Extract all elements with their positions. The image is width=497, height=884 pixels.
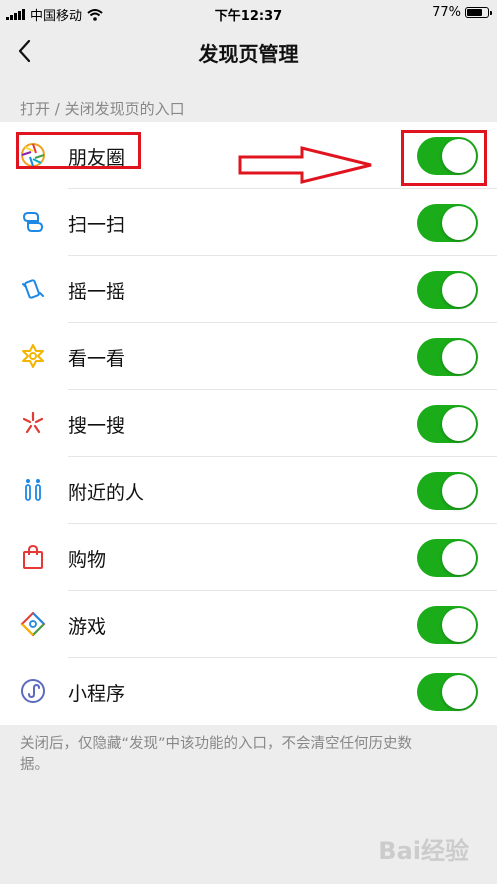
toggle-shopping[interactable] [417,539,478,577]
toggle-knob [442,675,476,709]
toggle-knob [442,474,476,508]
toggle-scan[interactable] [417,204,478,242]
item-label: 扫一扫 [68,214,126,236]
footer-note: 关闭后，仅隐藏“发现”中该功能的入口，不会清空任何历史数据。 [20,736,413,773]
toggle-knob [442,541,476,575]
toggle-mini-programs[interactable] [417,673,478,711]
toggle-search[interactable] [417,405,478,443]
item-label: 游戏 [68,616,107,638]
item-label: 附近的人 [68,482,145,504]
nav-bar: 发现页管理 [0,26,497,76]
list-item-games: 游戏 [0,591,497,658]
section-header: 打开 / 关闭发现页的入口 [20,100,185,118]
toggle-knob [442,206,476,240]
toggle-knob [442,608,476,642]
status-bar: 中国移动 下午12:37 77% [0,0,497,26]
item-label: 摇一摇 [68,281,126,303]
annotation-arrow-icon [238,146,372,184]
search-sparkle-icon [20,410,46,436]
battery-icon [465,7,492,18]
annotation-box-moments-toggle [401,130,487,186]
page-title: 发现页管理 [198,42,299,66]
shopping-bag-icon [20,544,46,570]
list-item-top-stories: 看一看 [0,323,497,390]
battery-percent: 77% [432,5,461,20]
toggle-shake[interactable] [417,271,478,309]
status-right: 77% [432,5,492,20]
games-icon [20,611,46,637]
shake-phone-icon [20,276,46,302]
item-label: 小程序 [68,683,126,705]
status-time: 下午12:37 [214,9,283,24]
list-item-people-nearby: 附近的人 [0,457,497,524]
list-item-shake: 摇一摇 [0,256,497,323]
toggle-people-nearby[interactable] [417,472,478,510]
baidu-watermark: Bai经验 [378,837,469,865]
item-label: 购物 [68,549,107,571]
list-item-shopping: 购物 [0,524,497,591]
toggle-knob [442,407,476,441]
top-stories-icon [20,343,46,369]
item-label: 看一看 [68,348,126,370]
item-label: 搜一搜 [68,415,126,437]
toggle-top-stories[interactable] [417,338,478,376]
people-nearby-icon [20,477,46,503]
toggle-games[interactable] [417,606,478,644]
list-item-search: 搜一搜 [0,390,497,457]
toggle-knob [442,273,476,307]
mini-programs-icon [20,678,46,704]
annotation-box-moments-label [16,132,141,169]
scan-icon [20,209,46,235]
toggle-knob [442,340,476,374]
list-item-mini-programs: 小程序 [0,658,497,725]
list-item-scan: 扫一扫 [0,189,497,256]
discover-settings-list: 朋友圈 扫一扫 摇一摇 看一看 搜一搜 附近的人 购物 游戏 小程序 [0,122,497,725]
